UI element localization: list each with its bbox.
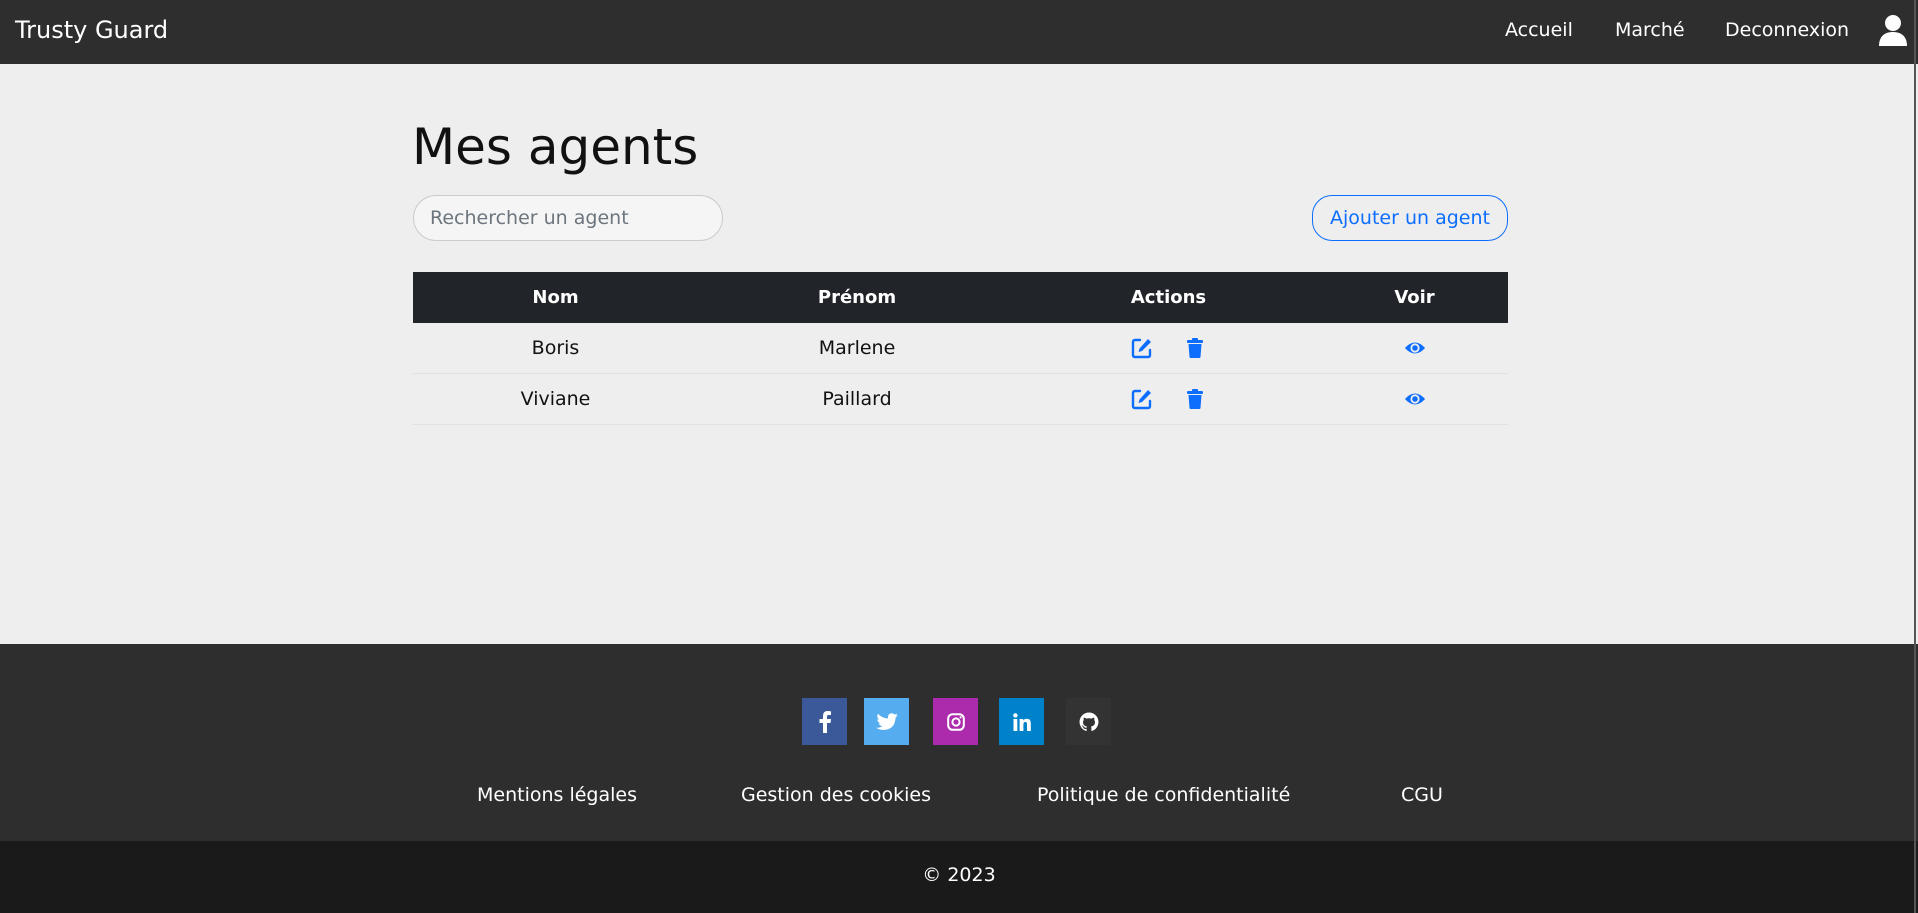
eye-icon[interactable] xyxy=(1404,388,1426,410)
copyright-bar: © 2023 xyxy=(0,841,1918,913)
add-agent-button[interactable]: Ajouter un agent xyxy=(1312,195,1508,241)
facebook-icon[interactable] xyxy=(802,698,847,745)
table-row: Boris Marlene xyxy=(413,323,1508,374)
header-nom: Nom xyxy=(413,272,698,323)
trash-icon[interactable] xyxy=(1184,388,1206,410)
cell-prenom: Paillard xyxy=(698,373,1016,425)
edit-icon[interactable] xyxy=(1131,388,1153,410)
footer-link-mentions-legales[interactable]: Mentions légales xyxy=(477,784,637,806)
agents-table: Nom Prénom Actions Voir Boris Marlene Vi… xyxy=(413,272,1508,425)
footer-link-politique-confidentialite[interactable]: Politique de confidentialité xyxy=(1037,784,1290,806)
footer-link-gestion-cookies[interactable]: Gestion des cookies xyxy=(741,784,931,806)
nav-link-deconnexion[interactable]: Deconnexion xyxy=(1725,19,1849,41)
header-voir: Voir xyxy=(1321,272,1508,323)
header-prenom: Prénom xyxy=(698,272,1016,323)
edit-icon[interactable] xyxy=(1131,337,1153,359)
eye-icon[interactable] xyxy=(1404,337,1426,359)
navbar: Trusty Guard Accueil Marché Deconnexion xyxy=(0,0,1918,64)
cell-voir xyxy=(1321,323,1508,374)
cell-actions xyxy=(1016,373,1321,425)
table-header-row: Nom Prénom Actions Voir xyxy=(413,272,1508,323)
cell-prenom: Marlene xyxy=(698,323,1016,374)
cell-voir xyxy=(1321,373,1508,425)
nav-link-accueil[interactable]: Accueil xyxy=(1505,19,1573,41)
search-input[interactable] xyxy=(413,195,723,241)
page-title: Mes agents xyxy=(412,118,699,176)
linkedin-icon[interactable] xyxy=(999,698,1044,745)
trash-icon[interactable] xyxy=(1184,337,1206,359)
header-actions: Actions xyxy=(1016,272,1321,323)
user-icon[interactable] xyxy=(1878,14,1908,46)
table-row: Viviane Paillard xyxy=(413,373,1508,425)
instagram-icon[interactable] xyxy=(933,698,978,745)
cell-nom: Viviane xyxy=(413,373,698,425)
twitter-icon[interactable] xyxy=(864,698,909,745)
nav-link-marche[interactable]: Marché xyxy=(1615,19,1685,41)
scrollbar[interactable] xyxy=(1914,0,1916,913)
cell-nom: Boris xyxy=(413,323,698,374)
github-icon[interactable] xyxy=(1066,698,1111,745)
brand-logo[interactable]: Trusty Guard xyxy=(15,16,168,44)
copyright-text: © 2023 xyxy=(922,864,996,886)
footer-link-cgu[interactable]: CGU xyxy=(1401,784,1443,806)
cell-actions xyxy=(1016,323,1321,374)
